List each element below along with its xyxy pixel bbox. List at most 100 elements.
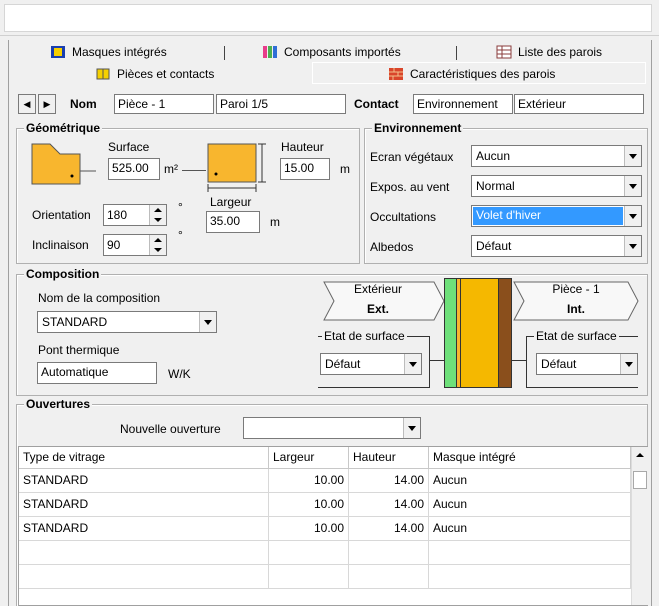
list-icon [496,45,512,59]
layer-green [445,279,457,387]
chevron-down-icon[interactable] [624,236,641,256]
wall-icon [388,67,404,81]
surface-label: Surface [108,140,150,154]
column-header-hauteur[interactable]: Hauteur [349,447,429,469]
table-cell-empty[interactable] [429,565,631,589]
composition-select[interactable]: STANDARD [37,311,217,333]
spin-up-icon[interactable] [150,235,166,245]
table-cell-empty[interactable] [429,541,631,565]
chevron-down-icon[interactable] [404,354,421,374]
table-cell-empty[interactable] [349,541,429,565]
orientation-spinner[interactable]: 180 [103,204,167,226]
tab-masques-integres[interactable]: Masques intégrés [50,42,167,62]
table-scrollbar[interactable] [631,447,648,605]
etat-int-select[interactable]: Défaut [536,353,638,375]
albedos-label: Albedos [370,240,414,254]
hauteur-field[interactable]: 15.00 [280,158,330,180]
spin-up-icon[interactable] [150,205,166,215]
table-cell[interactable]: 10.00 [269,469,349,493]
ouvertures-table: Type de vitrage Largeur Hauteur Masque i… [18,446,648,606]
orientation-value: 180 [107,208,128,222]
etat-int-value: Défaut [541,357,577,371]
table-cell-empty[interactable] [269,565,349,589]
chevron-down-icon[interactable] [624,146,641,166]
expos-vent-select[interactable]: Normal [471,175,642,197]
pont-thermique-label: Pont thermique [38,343,120,357]
table-cell[interactable]: Aucun [429,517,631,541]
etat-ext-label: Etat de surface [322,329,407,343]
geometrique-title: Géométrique [24,121,103,135]
table-cell[interactable]: 14.00 [349,493,429,517]
column-header-type[interactable]: Type de vitrage [19,447,269,469]
spin-down-icon[interactable] [150,215,166,225]
exterior-label: Extérieur [353,282,403,296]
column-header-masque[interactable]: Masque intégré [429,447,631,469]
albedos-select[interactable]: Défaut [471,235,642,257]
column-header-largeur[interactable]: Largeur [269,447,349,469]
surface-field[interactable]: 525.00 [108,158,160,180]
table-cell-empty[interactable] [349,565,429,589]
nom-label: Nom [70,97,97,111]
inclinaison-spinner[interactable]: 90 [103,234,167,256]
tab-pieces-et-contacts[interactable]: Pièces et contacts [95,64,214,84]
app-window: Masques intégrés Composants importés Lis… [0,0,659,606]
chevron-down-icon[interactable] [403,418,420,438]
table-cell-empty[interactable] [19,565,269,589]
table-cell[interactable]: STANDARD [19,493,269,517]
occultations-select[interactable]: Volet d'hiver [471,205,642,227]
contact-side-field[interactable]: Extérieur [514,94,644,114]
components-icon [262,45,278,59]
ecran-vegetaux-select[interactable]: Aucun [471,145,642,167]
nom-field[interactable]: Pièce - 1 [114,94,214,114]
tab-label: Masques intégrés [72,45,167,59]
table-cell-empty[interactable] [19,541,269,565]
table-cell[interactable]: 14.00 [349,469,429,493]
nouvelle-ouverture-value [244,418,403,438]
largeur-label: Largeur [210,195,252,209]
wall-layers-diagram [444,278,512,388]
surface-unit: m² [164,162,178,176]
chevron-down-icon[interactable] [620,354,637,374]
chevron-down-icon[interactable] [624,176,641,196]
table-cell[interactable]: STANDARD [19,517,269,541]
table-cell[interactable]: Aucun [429,493,631,517]
largeur-unit: m [270,215,280,229]
layer-gold [461,279,499,387]
spin-down-icon[interactable] [150,245,166,255]
tab-liste-des-parois[interactable]: Liste des parois [496,42,602,62]
etat-ext-select[interactable]: Défaut [320,353,422,375]
table-cell[interactable]: 10.00 [269,517,349,541]
paroi-field[interactable]: Paroi 1/5 [216,94,346,114]
tab-composants-importes[interactable]: Composants importés [262,42,401,62]
pont-thermique-field[interactable]: Automatique [37,362,157,384]
environnement-title: Environnement [372,121,464,135]
largeur-field[interactable]: 35.00 [206,211,260,233]
contact-environment-field[interactable]: Environnement [413,94,513,114]
prev-button[interactable]: ◀ [18,94,36,114]
occultations-label: Occultations [370,210,437,224]
top-input-area [4,4,652,32]
etat-ext-connector [430,360,444,361]
nouvelle-ouverture-select[interactable] [243,417,421,439]
table-cell[interactable]: Aucun [429,469,631,493]
scrollbar-thumb[interactable] [633,471,647,489]
next-button[interactable]: ▶ [38,94,56,114]
contact-label: Contact [354,97,399,111]
top-bar [0,0,659,36]
inclinaison-value: 90 [107,238,121,252]
inclinaison-label: Inclinaison [32,238,89,252]
chevron-down-icon[interactable] [199,312,216,332]
table-cell[interactable]: 10.00 [269,493,349,517]
table-cell[interactable]: 14.00 [349,517,429,541]
interior-label: Pièce - 1 [552,282,600,296]
tab-caracteristiques-des-parois[interactable]: Caractéristiques des parois [388,64,555,84]
ecran-vegetaux-value: Aucun [476,149,511,163]
chevron-down-icon[interactable] [624,206,641,226]
table-cell-empty[interactable] [269,541,349,565]
layer-brown [499,279,511,387]
scroll-up-icon[interactable] [636,453,644,457]
expos-vent-label: Expos. au vent [370,180,450,194]
table-cell[interactable]: STANDARD [19,469,269,493]
occultations-value-wrap: Volet d'hiver [472,206,624,226]
etat-int-connector [512,360,526,361]
